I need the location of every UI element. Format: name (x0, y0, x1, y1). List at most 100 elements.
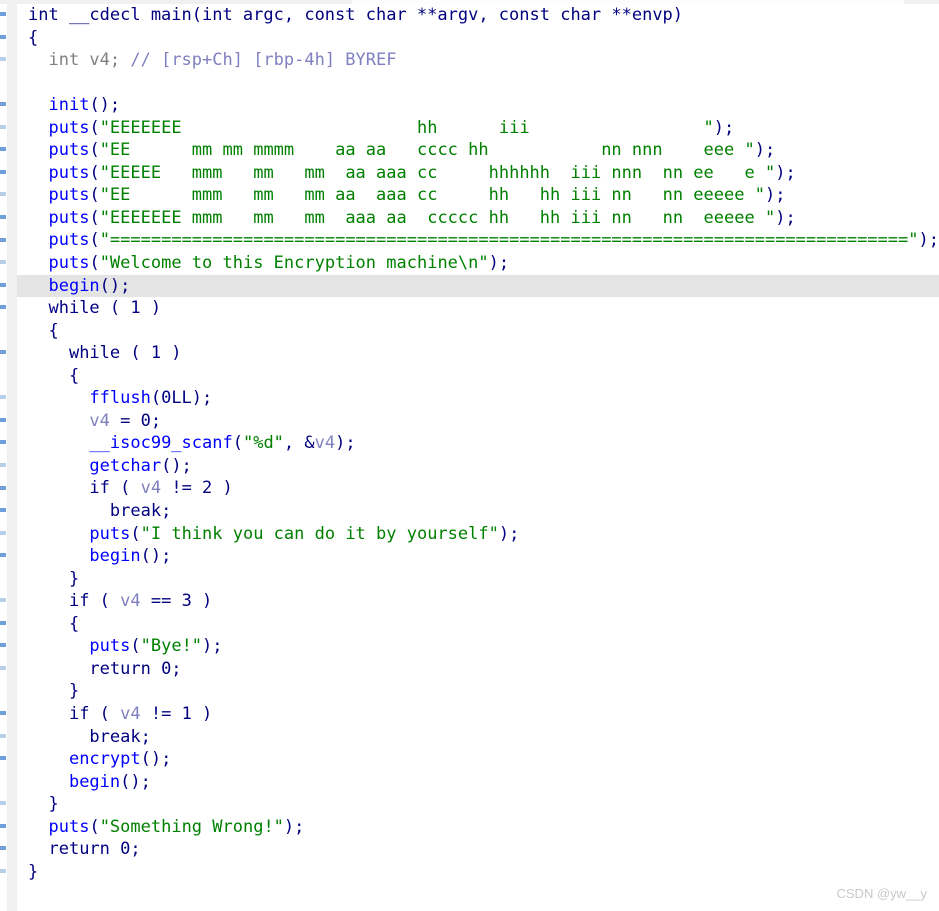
code-line[interactable]: } (17, 793, 939, 816)
code-line[interactable]: int __cdecl main(int argc, const char **… (17, 4, 939, 27)
pseudocode-text-area[interactable]: int __cdecl main(int argc, const char **… (17, 4, 939, 911)
token-kw: (); (140, 749, 172, 770)
gutter-tick (0, 801, 6, 806)
code-line[interactable]: v4 = 0; (17, 410, 939, 433)
code-line[interactable]: return 0; (17, 838, 939, 861)
code-line[interactable]: puts("Bye!"); (17, 635, 939, 658)
token-fn[interactable]: puts (48, 817, 89, 837)
token-kw: ); (754, 140, 776, 161)
code-line[interactable]: return 0; (17, 658, 939, 681)
code-line[interactable]: puts("==================================… (17, 229, 939, 252)
token-var[interactable]: v4 (89, 411, 109, 431)
code-line[interactable]: encrypt(); (17, 748, 939, 771)
token-cmt2: // [rsp+Ch] [rbp-4h] BYREF (130, 50, 397, 71)
token-kw: ); (335, 433, 356, 454)
token-var[interactable]: v4 (120, 591, 140, 611)
code-line[interactable]: } (17, 568, 939, 591)
code-line[interactable]: while ( 1 ) (17, 342, 939, 365)
code-line[interactable]: { (17, 27, 939, 50)
token-kw: while ( 1 ) (48, 298, 162, 319)
code-line[interactable]: } (17, 680, 939, 703)
gutter-tick (0, 553, 6, 558)
code-line[interactable]: begin(); (17, 545, 939, 568)
token-var[interactable]: v4 (141, 478, 161, 498)
token-fn[interactable]: puts (48, 163, 89, 183)
token-kw: return 0; (89, 658, 182, 679)
token-kw: { (68, 365, 80, 386)
code-line[interactable]: } (17, 861, 939, 884)
line-marker-gutter[interactable] (0, 4, 17, 911)
token-fn[interactable]: puts (48, 230, 89, 250)
gutter-tick (0, 260, 6, 265)
token-fn[interactable]: encrypt (69, 749, 141, 769)
token-fn[interactable]: puts (89, 524, 130, 544)
token-fn[interactable]: __isoc99_scanf (89, 433, 232, 453)
token-kw: == 3 ) (140, 591, 213, 612)
token-kw: } (28, 861, 39, 882)
code-line[interactable]: if ( v4 == 3 ) (17, 590, 939, 613)
code-line[interactable]: { (17, 613, 939, 636)
gutter-tick (0, 508, 6, 513)
token-fn[interactable]: begin (69, 772, 120, 792)
token-fn[interactable]: begin (48, 276, 99, 296)
token-kw: ( (89, 816, 100, 837)
code-line[interactable]: if ( v4 != 2 ) (17, 477, 939, 500)
token-kw: != 1 ) (140, 703, 213, 724)
token-fn[interactable]: init (48, 95, 89, 115)
gutter-tick (0, 214, 6, 219)
token-kw: (); (140, 546, 172, 567)
token-fn[interactable]: begin (89, 546, 140, 566)
code-line[interactable]: puts("I think you can do it by yourself"… (17, 523, 939, 546)
token-kw: } (48, 794, 59, 815)
code-line[interactable]: fflush(0LL); (17, 387, 939, 410)
gutter-tick (0, 147, 6, 152)
gutter-tick (0, 598, 6, 603)
gutter-tick (0, 350, 6, 355)
code-line[interactable]: begin(); (17, 274, 939, 298)
token-kw: ); (775, 162, 796, 183)
token-kw: { (28, 27, 39, 48)
code-line[interactable]: if ( v4 != 1 ) (17, 703, 939, 726)
code-line[interactable]: begin(); (17, 771, 939, 794)
code-line[interactable]: puts("Something Wrong!"); (17, 816, 939, 839)
token-fn[interactable]: puts (48, 140, 89, 160)
token-fn[interactable]: puts (48, 185, 89, 205)
code-line[interactable]: while ( 1 ) (17, 297, 939, 320)
token-fn[interactable]: puts (89, 636, 130, 656)
token-fn[interactable]: puts (48, 253, 89, 273)
code-line[interactable]: int v4; // [rsp+Ch] [rbp-4h] BYREF (17, 49, 939, 72)
code-line[interactable]: puts("EEEEEEE hh iii "); (17, 117, 939, 140)
token-var[interactable]: v4 (315, 433, 335, 453)
token-kw: (); (161, 455, 192, 476)
token-kw: ( (89, 230, 100, 251)
code-line[interactable]: puts("Welcome to this Encryption machine… (17, 252, 939, 275)
token-kw: ( (89, 117, 100, 138)
code-line[interactable]: init(); (17, 94, 939, 117)
token-var[interactable]: v4 (120, 704, 140, 724)
token-fn[interactable]: fflush (89, 388, 150, 408)
token-kw: ( (89, 185, 100, 206)
code-line[interactable]: __isoc99_scanf("%d", &v4); (17, 432, 939, 455)
token-kw: ( (89, 253, 100, 274)
code-line[interactable]: puts("EE mmm mm mm aa aaa cc hh hh iii n… (17, 184, 939, 207)
code-line[interactable]: break; (17, 726, 939, 749)
code-line[interactable]: getchar(); (17, 455, 939, 478)
token-kw: break; (89, 726, 151, 747)
token-kw: (0LL); (150, 388, 213, 409)
token-fn[interactable]: puts (48, 118, 89, 138)
token-kw: ); (202, 636, 223, 657)
gutter-tick (0, 530, 6, 535)
code-line[interactable]: { (17, 320, 939, 343)
gutter-tick (0, 305, 6, 310)
code-line[interactable] (17, 72, 939, 95)
token-fn[interactable]: getchar (89, 456, 161, 476)
token-fn[interactable]: puts (48, 208, 89, 228)
code-line[interactable]: break; (17, 500, 939, 523)
code-line[interactable]: puts("EE mm mm mmmm aa aa cccc hh nn nnn… (17, 139, 939, 162)
code-line[interactable]: { (17, 365, 939, 388)
token-kw: if ( (89, 478, 141, 499)
gutter-tick (0, 417, 6, 422)
code-line[interactable]: puts("EEEEEEE mmm mm mm aaa aa ccccc hh … (17, 207, 939, 230)
token-str: "I think you can do it by yourself" (140, 523, 499, 544)
code-line[interactable]: puts("EEEEE mmm mm mm aa aaa cc hhhhhh i… (17, 162, 939, 185)
